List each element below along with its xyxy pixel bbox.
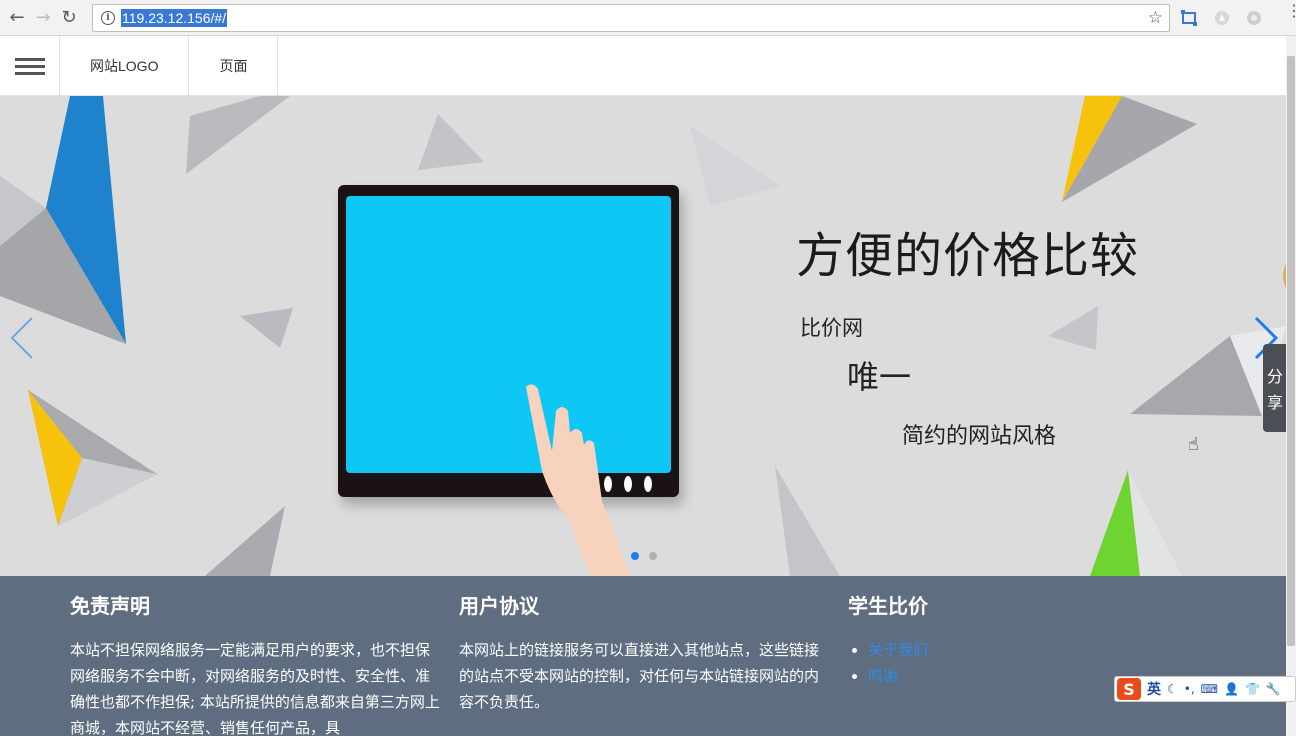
hero-carousel: 方便的价格比较 比价网 唯一 简约的网站风格 分 享 ☝	[0, 96, 1286, 576]
footer-disclaimer: 免责声明 本站不担保网络服务一定能满足用户的要求，也不担保网络服务不会中断，对网…	[70, 590, 440, 741]
back-button[interactable]: ←	[4, 5, 30, 31]
mouse-cursor-icon: ☝	[1188, 434, 1199, 455]
share-label-1: 分	[1266, 367, 1283, 386]
user-icon[interactable]: 👤	[1224, 682, 1239, 696]
ime-mode[interactable]: 英	[1147, 679, 1161, 699]
footer-student: 学生比价 关于我们 鸣谢	[848, 590, 1218, 689]
punctuation-icon[interactable]: •,	[1184, 682, 1195, 696]
banner-subtitle-2: 唯一	[847, 358, 912, 396]
student-title: 学生比价	[848, 594, 928, 618]
agreement-title: 用户协议	[459, 594, 539, 618]
carousel-dot-1[interactable]	[631, 552, 639, 560]
skin-icon[interactable]: 👕	[1245, 682, 1260, 696]
nav-page-link[interactable]: 页面	[189, 36, 279, 96]
list-item: 关于我们	[868, 637, 1218, 663]
banner-subtitle-1: 比价网	[800, 316, 863, 340]
share-tab[interactable]: 分 享	[1263, 344, 1286, 432]
agreement-text: 本网站上的链接服务可以直接进入其他站点，这些链接的站点不受本网站的控制，对任何与…	[459, 641, 820, 711]
banner-headline: 方便的价格比较	[796, 228, 1140, 284]
wrench-icon[interactable]: 🔧	[1266, 682, 1281, 696]
pointing-hand-icon	[526, 384, 631, 576]
browser-menu-icon[interactable]: ⋮	[1286, 3, 1296, 19]
keyboard-icon[interactable]: ⌨	[1201, 682, 1218, 696]
carousel-dot-2[interactable]	[649, 552, 657, 560]
site-header: 网站LOGO 页面	[0, 36, 1286, 96]
hamburger-menu-icon[interactable]	[0, 36, 60, 96]
profile-extension-icon[interactable]	[1245, 9, 1263, 27]
carousel-prev-arrow-icon[interactable]	[8, 314, 38, 362]
about-us-link[interactable]: 关于我们	[868, 641, 928, 659]
moon-icon[interactable]: ☾	[1167, 682, 1178, 696]
screenshot-extension-icon[interactable]	[1180, 9, 1198, 27]
page-scrollbar[interactable]	[1286, 36, 1296, 736]
info-icon[interactable]: i	[101, 11, 115, 25]
thanks-link[interactable]: 鸣谢	[868, 667, 898, 685]
banner-subtitle-3: 简约的网站风格	[902, 424, 1057, 449]
share-label-2: 享	[1266, 393, 1283, 412]
browser-toolbar: ← → ↻ i 119.23.12.156/#/ ☆ ⋮	[0, 0, 1296, 36]
footer-agreement: 用户协议 本网站上的链接服务可以直接进入其他站点，这些链接的站点不受本网站的控制…	[459, 590, 829, 715]
url-text[interactable]: 119.23.12.156/#/	[121, 9, 228, 27]
scroll-thumb[interactable]	[1287, 56, 1295, 646]
site-logo[interactable]: 网站LOGO	[60, 36, 190, 96]
extension-icon[interactable]	[1213, 9, 1231, 27]
disclaimer-text: 本站不担保网络服务一定能满足用户的要求，也不担保网络服务不会中断，对网络服务的及…	[70, 641, 440, 737]
bookmark-star-icon[interactable]: ☆	[1148, 8, 1163, 28]
forward-button[interactable]: →	[30, 5, 56, 31]
sogou-logo-icon[interactable]: S	[1117, 678, 1141, 700]
site-footer: 免责声明 本站不担保网络服务一定能满足用户的要求，也不担保网络服务不会中断，对网…	[0, 576, 1286, 737]
carousel-indicators	[631, 552, 657, 560]
reload-button[interactable]: ↻	[56, 5, 82, 31]
address-bar[interactable]: i 119.23.12.156/#/ ☆	[92, 4, 1170, 32]
ime-toolbar[interactable]: S 英 ☾ •, ⌨ 👤 👕 🔧	[1114, 676, 1296, 702]
disclaimer-title: 免责声明	[70, 594, 150, 618]
